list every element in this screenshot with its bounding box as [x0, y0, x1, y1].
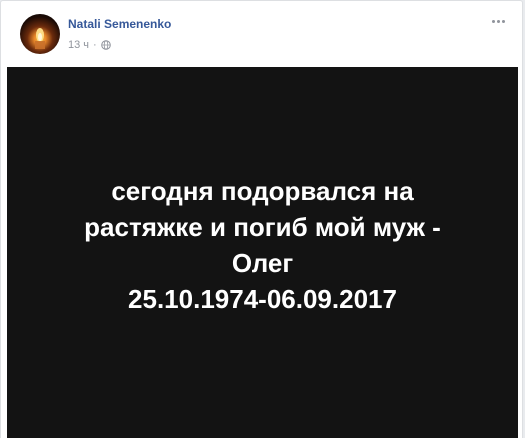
candle-icon — [35, 28, 45, 49]
image-text-line: Олег — [231, 248, 294, 278]
image-text-line: сегодня подорвался на — [111, 176, 414, 206]
more-dot — [491, 19, 495, 23]
author-name-link[interactable]: Natali Semenenko — [68, 17, 171, 31]
more-options-icon[interactable] — [488, 13, 508, 29]
more-dot — [496, 19, 500, 23]
post-card: Natali Semenenko 13 ч · сегодня подорвал… — [0, 0, 523, 438]
more-dot — [501, 19, 505, 23]
image-text: сегодня подорвался на растяжке и погиб м… — [7, 173, 518, 317]
post-meta: 13 ч · — [68, 39, 111, 51]
avatar[interactable] — [20, 14, 60, 54]
image-text-line: растяжке и погиб мой муж - — [84, 212, 441, 242]
post-timestamp[interactable]: 13 ч — [68, 39, 89, 51]
post-header: Natali Semenenko 13 ч · — [1, 1, 522, 67]
globe-icon[interactable] — [100, 40, 111, 50]
post-image[interactable]: сегодня подорвался на растяжке и погиб м… — [7, 67, 518, 438]
meta-separator: · — [93, 39, 97, 51]
image-text-line: 25.10.1974-06.09.2017 — [128, 284, 397, 314]
